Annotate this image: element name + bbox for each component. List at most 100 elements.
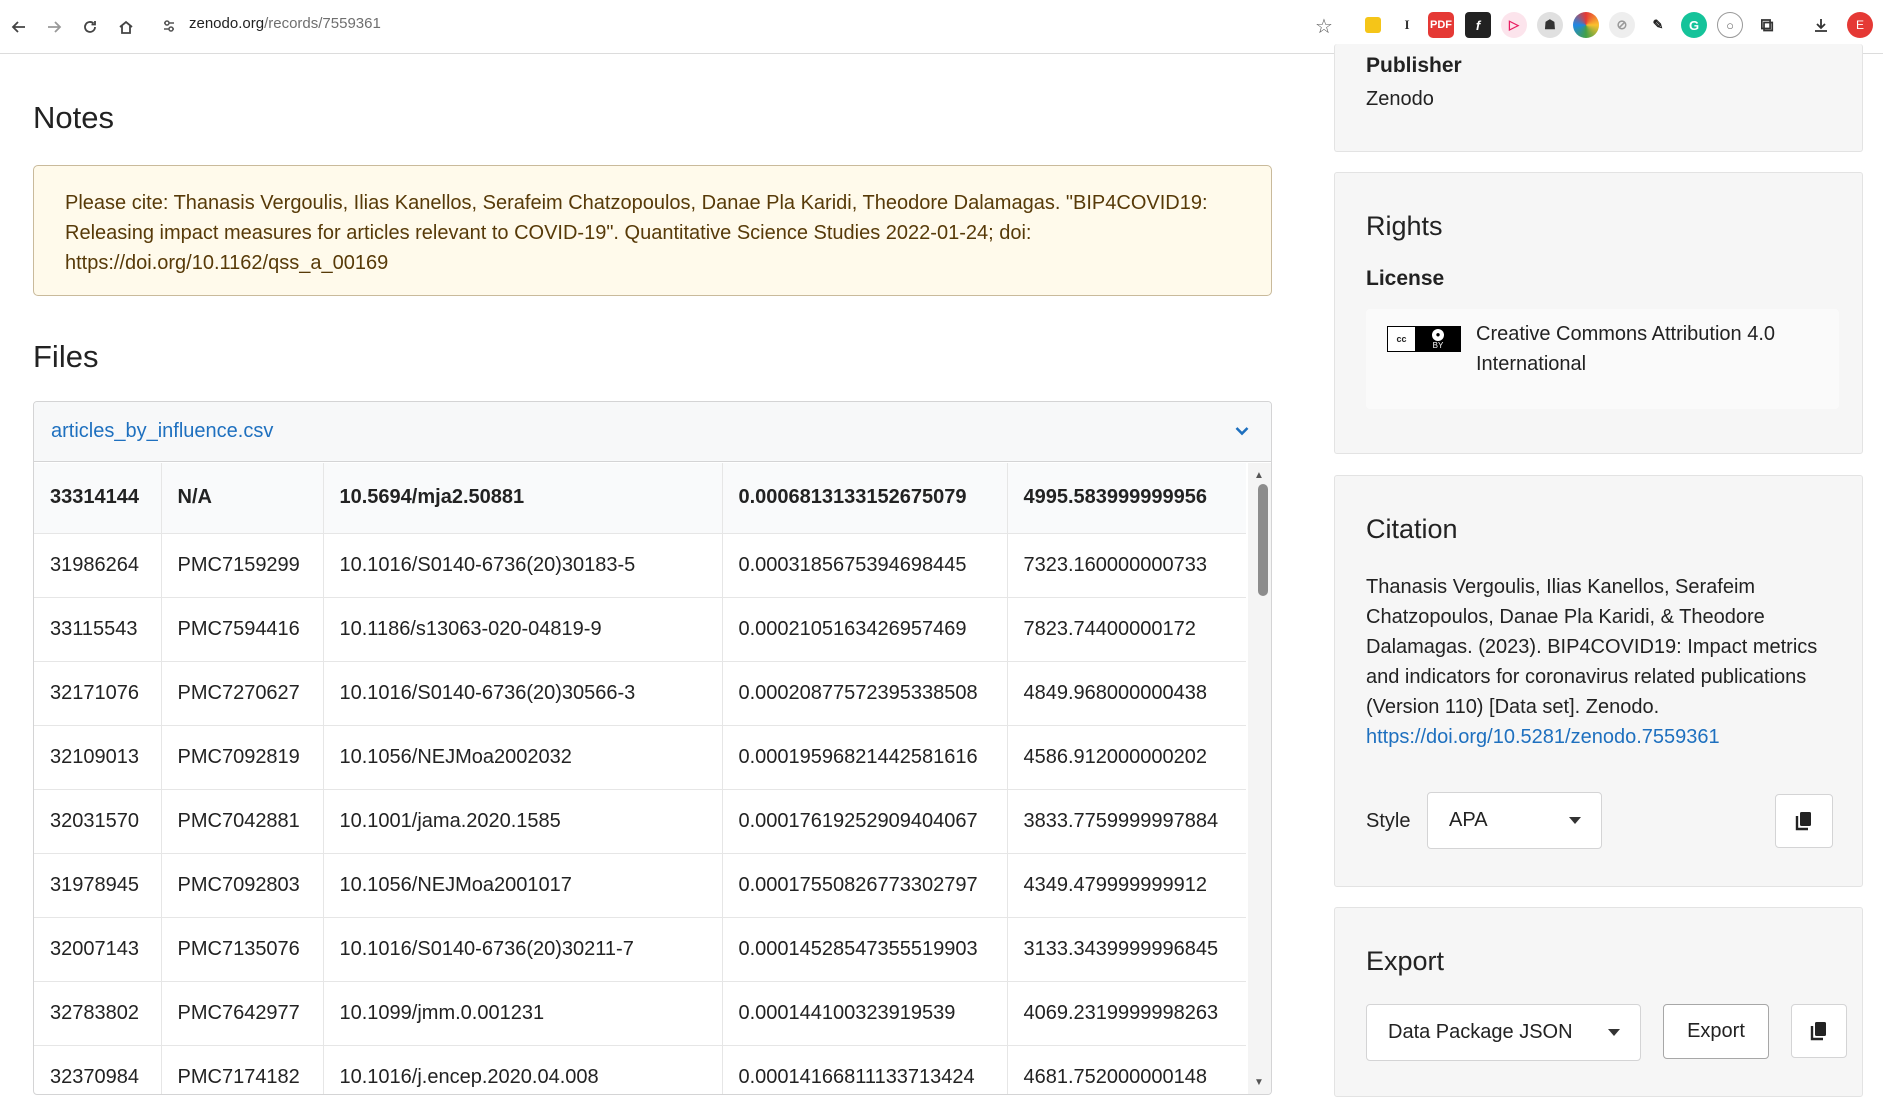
export-format-value: Data Package JSON bbox=[1388, 1021, 1573, 1043]
table-cell: 10.1099/jmm.0.001231 bbox=[322, 980, 722, 1045]
citation-doi-link[interactable]: https://doi.org/10.5281/zenodo.7559361 bbox=[1366, 726, 1720, 748]
rights-title: Rights bbox=[1366, 211, 1443, 241]
extension-font-icon[interactable]: f bbox=[1465, 12, 1491, 38]
url-domain: zenodo.org bbox=[189, 15, 265, 32]
export-card: Export Data Package JSON Export bbox=[1334, 907, 1863, 1097]
extension-yellow-note-icon[interactable] bbox=[1360, 12, 1386, 38]
table-cell: 32109013 bbox=[34, 724, 161, 789]
reload-icon[interactable] bbox=[75, 12, 105, 42]
extension-robot-icon[interactable]: ☗ bbox=[1537, 12, 1563, 38]
table-cell: 32370984 bbox=[34, 1044, 161, 1094]
downloads-icon[interactable] bbox=[1808, 12, 1834, 38]
table-cell: 4586.912000000202 bbox=[1006, 724, 1246, 789]
table-cell: 0.00017619252909404067 bbox=[721, 788, 1007, 853]
copy-export-button[interactable] bbox=[1791, 1004, 1847, 1058]
cc-by-badge-icon: cc ● BY bbox=[1387, 326, 1461, 352]
citation-title: Citation bbox=[1366, 514, 1458, 544]
table-cell: 10.1056/NEJMoa2001017 bbox=[322, 852, 722, 917]
export-format-select[interactable]: Data Package JSON bbox=[1366, 1004, 1641, 1061]
bookmark-star-icon[interactable]: ☆ bbox=[1310, 12, 1338, 40]
table-cell: 33314144 bbox=[34, 463, 161, 533]
table-cell: 4069.2319999998263 bbox=[1006, 980, 1246, 1045]
extension-text-i-icon[interactable]: I bbox=[1394, 12, 1420, 38]
table-row: 32370984 PMC7174182 10.1016/j.encep.2020.0… bbox=[34, 1044, 1246, 1094]
extensions-puzzle-icon[interactable]: ⧉ bbox=[1754, 12, 1780, 38]
forward-icon[interactable] bbox=[39, 12, 69, 42]
citation-style-select[interactable]: APA bbox=[1427, 792, 1602, 849]
extension-circle-icon[interactable]: ○ bbox=[1717, 12, 1743, 38]
table-cell: PMC7642977 bbox=[160, 980, 323, 1045]
dropdown-caret-icon bbox=[1608, 1028, 1620, 1036]
table-row: 32171076 PMC7270627 10.1016/S0140-6736(20)… bbox=[34, 660, 1246, 725]
copy-icon bbox=[1795, 812, 1811, 831]
citation-text-block: Thanasis Vergoulis, Ilias Kanellos, Sera… bbox=[1366, 572, 1836, 752]
license-item[interactable]: cc ● BY Creative Commons Attribution 4.0… bbox=[1366, 309, 1839, 409]
scrollbar-thumb[interactable] bbox=[1258, 484, 1268, 596]
table-row: 32109013 PMC7092819 10.1056/NEJMoa2002032 0… bbox=[34, 724, 1246, 789]
address-bar[interactable]: zenodo.org/records/7559361 bbox=[189, 14, 381, 34]
extension-pen-icon[interactable]: ✎ bbox=[1645, 12, 1671, 38]
notes-text: Please cite: Thanasis Vergoulis, Ilias K… bbox=[65, 192, 1208, 274]
file-preview-panel: articles_by_influence.csv 33314144 N/A 10.… bbox=[33, 401, 1272, 1095]
table-row: 32007143 PMC7135076 10.1016/S0140-6736(20)… bbox=[34, 916, 1246, 981]
table-cell: 4849.968000000438 bbox=[1006, 660, 1246, 725]
url-path: /records/7559361 bbox=[264, 15, 381, 32]
style-label: Style bbox=[1366, 810, 1411, 832]
notes-message: Please cite: Thanasis Vergoulis, Ilias K… bbox=[33, 165, 1272, 296]
profile-avatar[interactable]: E bbox=[1847, 12, 1873, 38]
extension-arrow-icon[interactable]: ▷ bbox=[1501, 12, 1527, 38]
table-cell: 3833.7759999997884 bbox=[1006, 788, 1246, 853]
scroll-up-arrow-icon[interactable]: ▲ bbox=[1254, 470, 1264, 481]
extension-color-wheel-icon[interactable] bbox=[1573, 12, 1599, 38]
cc-badge-left: cc bbox=[1388, 327, 1416, 351]
license-name[interactable]: Creative Commons Attribution 4.0 Interna… bbox=[1476, 319, 1816, 379]
extension-compass-icon[interactable]: ⊘ bbox=[1609, 12, 1635, 38]
table-cell: 7323.160000000733 bbox=[1006, 532, 1246, 597]
table-row: 31978945 PMC7092803 10.1056/NEJMoa2001017 0… bbox=[34, 852, 1246, 917]
table-cell: PMC7270627 bbox=[160, 660, 323, 725]
table-cell: 0.00014166811133713424 bbox=[721, 1044, 1007, 1094]
copy-citation-button[interactable] bbox=[1775, 794, 1833, 848]
table-cell: 10.1016/S0140-6736(20)30566-3 bbox=[322, 660, 722, 725]
table-cell: PMC7092803 bbox=[160, 852, 323, 917]
citation-card: Citation Thanasis Vergoulis, Ilias Kanel… bbox=[1334, 475, 1863, 887]
extension-pdf-icon[interactable]: PDF bbox=[1428, 12, 1454, 38]
table-cell: PMC7135076 bbox=[160, 916, 323, 981]
home-icon[interactable] bbox=[111, 12, 141, 42]
publisher-label: Publisher bbox=[1366, 54, 1462, 77]
table-cell: 10.5694/mja2.50881 bbox=[322, 463, 722, 533]
table-cell: 0.00017550826773302797 bbox=[721, 852, 1007, 917]
csv-preview-table-container: 33314144 N/A 10.5694/mja2.50881 0.000681313… bbox=[34, 463, 1246, 1094]
table-cell: 0.00020877572395338508 bbox=[721, 660, 1007, 725]
export-title: Export bbox=[1366, 946, 1445, 976]
table-cell: 33115543 bbox=[34, 596, 161, 661]
table-cell: 0.00019596821442581616 bbox=[721, 724, 1007, 789]
extension-grammarly-icon[interactable]: G bbox=[1681, 12, 1707, 38]
table-cell: PMC7174182 bbox=[160, 1044, 323, 1094]
publisher-value: Zenodo bbox=[1366, 88, 1434, 110]
export-button[interactable]: Export bbox=[1663, 1004, 1769, 1059]
table-cell: 4995.583999999956 bbox=[1006, 463, 1246, 533]
table-row: 31986264 PMC7159299 10.1016/S0140-6736(20)… bbox=[34, 532, 1246, 597]
citation-style-value: APA bbox=[1449, 809, 1488, 831]
file-name-link[interactable]: articles_by_influence.csv bbox=[51, 420, 273, 443]
table-cell: 10.1056/NEJMoa2002032 bbox=[322, 724, 722, 789]
table-header-row: 33314144 N/A 10.5694/mja2.50881 0.000681313… bbox=[34, 463, 1246, 533]
notes-heading: Notes bbox=[33, 100, 114, 135]
table-cell: 3133.3439999996845 bbox=[1006, 916, 1246, 981]
file-accordion-header[interactable]: articles_by_influence.csv bbox=[34, 402, 1271, 462]
table-cell: 32171076 bbox=[34, 660, 161, 725]
table-cell: 31986264 bbox=[34, 532, 161, 597]
table-cell: 4681.752000000148 bbox=[1006, 1044, 1246, 1094]
table-cell: PMC7042881 bbox=[160, 788, 323, 853]
table-cell: 32031570 bbox=[34, 788, 161, 853]
scroll-down-arrow-icon[interactable]: ▼ bbox=[1254, 1077, 1264, 1088]
site-info-icon[interactable] bbox=[158, 15, 180, 37]
chevron-down-icon[interactable] bbox=[1231, 420, 1253, 442]
table-cell: PMC7594416 bbox=[160, 596, 323, 661]
back-icon[interactable] bbox=[4, 12, 34, 42]
table-row: 32031570 PMC7042881 10.1001/jama.2020.1585… bbox=[34, 788, 1246, 853]
csv-preview-table: 33314144 N/A 10.5694/mja2.50881 0.000681313… bbox=[34, 463, 1246, 1094]
rights-card: Rights License cc ● BY Creative Commons … bbox=[1334, 172, 1863, 454]
table-cell: N/A bbox=[160, 463, 323, 533]
